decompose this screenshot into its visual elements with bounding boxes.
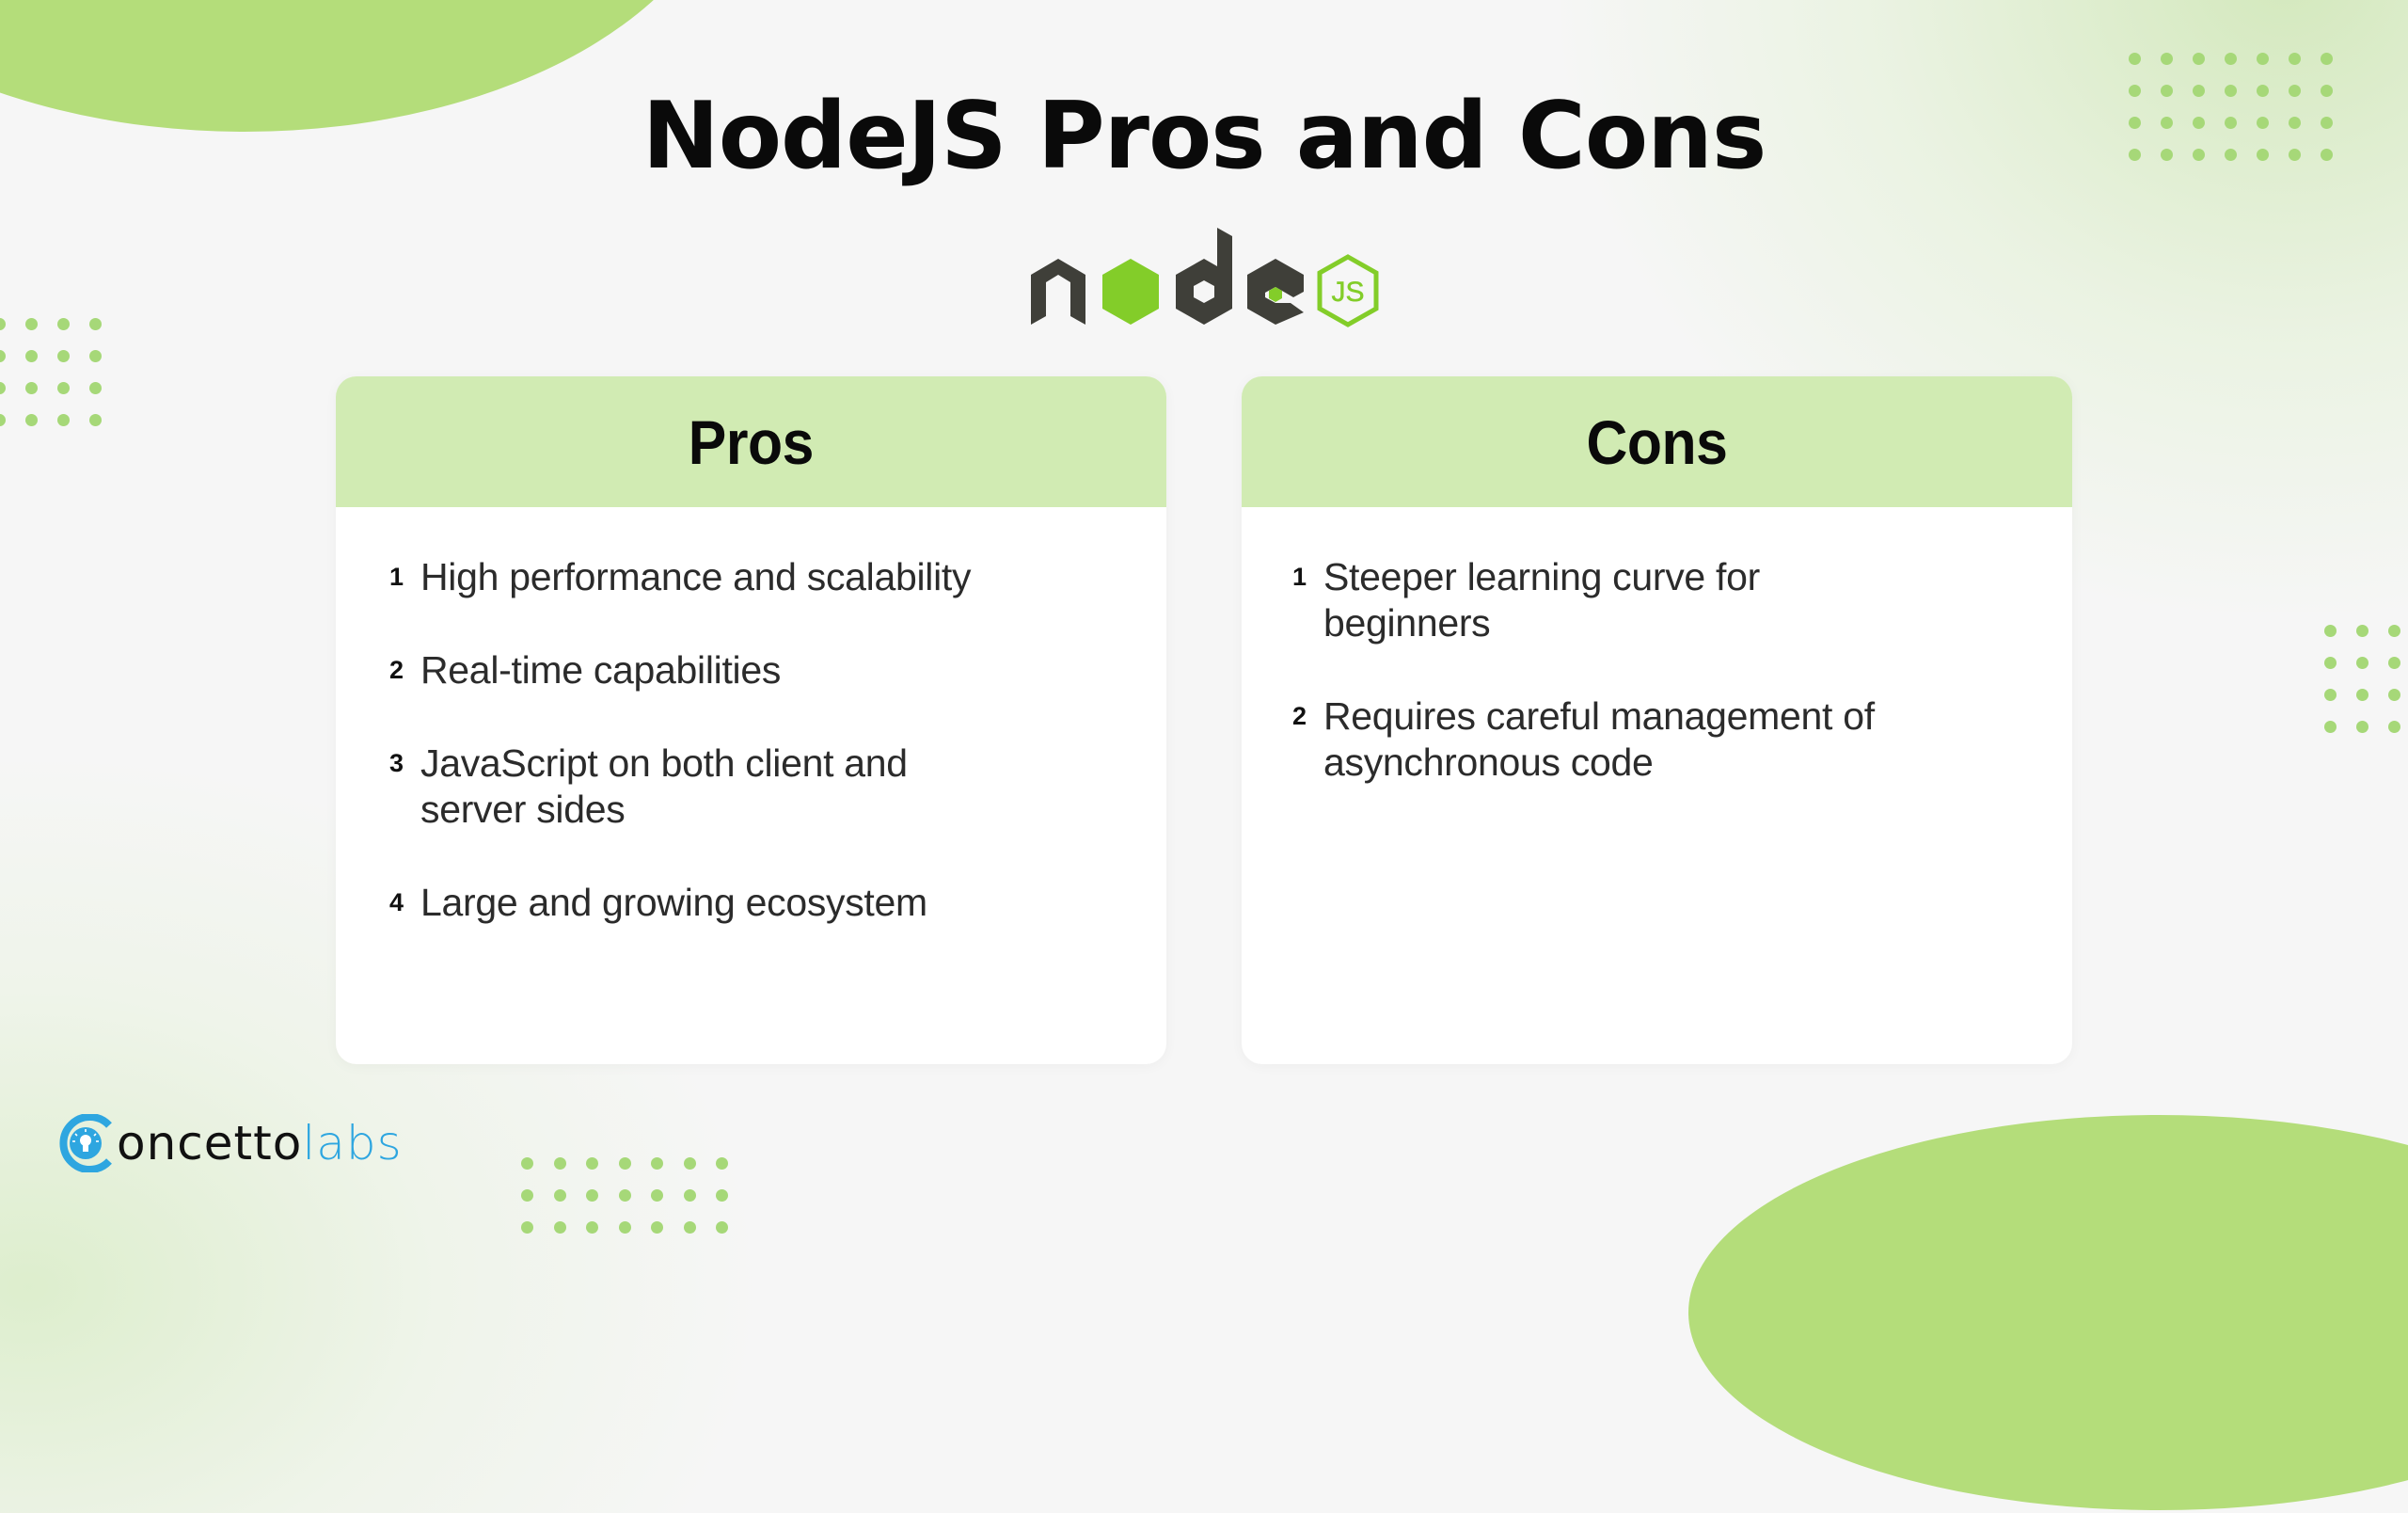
item-number: 1	[388, 563, 404, 591]
cons-card-header: Cons	[1242, 376, 2072, 507]
logo-letter-d	[1176, 228, 1232, 325]
pros-title: Pros	[688, 406, 815, 477]
list-item: 1 High performance and scalability	[336, 554, 1166, 600]
item-text: Real-time capabilities	[420, 648, 782, 692]
decorative-dot	[2388, 721, 2400, 733]
list-item: 4 Large and growing ecosystem	[336, 880, 1166, 926]
brand-name-dark: oncetto	[117, 1116, 303, 1171]
decorative-dot	[586, 1221, 598, 1234]
decorative-dot	[2193, 53, 2205, 65]
decorative-dot	[521, 1221, 533, 1234]
decorative-dot	[586, 1189, 598, 1202]
decorative-dot	[618, 1157, 631, 1170]
decorative-dot	[2161, 53, 2173, 65]
decorative-dot	[716, 1221, 728, 1234]
decorative-dot	[57, 318, 70, 330]
decorative-dot	[716, 1189, 728, 1202]
decorative-dot	[0, 382, 6, 394]
decorative-dot	[2324, 721, 2337, 733]
logo-letter-n	[1031, 259, 1085, 325]
decorative-dot	[683, 1221, 696, 1234]
dot-grid-bottom	[521, 1157, 749, 1234]
decorative-dot	[618, 1189, 631, 1202]
decorative-dot	[2324, 657, 2337, 669]
item-number: 2	[1291, 702, 1307, 730]
list-item: 1 Steeper learning curve for beginners	[1242, 554, 2072, 646]
cons-card: Cons 1 Steeper learning curve for beginne…	[1242, 376, 2072, 1064]
cons-list: 1 Steeper learning curve for beginners 2 Re…	[1242, 507, 2072, 786]
decorative-dot	[651, 1189, 663, 1202]
decorative-dot	[2225, 53, 2237, 65]
decorative-dot	[2356, 689, 2368, 701]
cons-title: Cons	[1586, 406, 1728, 477]
list-item: 2 Real-time capabilities	[336, 647, 1166, 693]
decorative-dot	[553, 1221, 566, 1234]
decorative-dot	[25, 350, 38, 362]
item-number: 2	[388, 656, 404, 684]
decorative-dot	[2356, 625, 2368, 637]
decorative-dot	[25, 382, 38, 394]
decorative-dot	[683, 1189, 696, 1202]
item-text: Large and growing ecosystem	[420, 881, 927, 924]
decorative-dot	[553, 1157, 566, 1170]
decorative-dot	[0, 350, 6, 362]
decorative-dot	[2356, 721, 2368, 733]
decorative-dot	[2289, 53, 2301, 65]
item-number: 1	[1291, 563, 1307, 591]
decorative-dot	[2388, 657, 2400, 669]
decorative-dot	[25, 414, 38, 426]
list-item: 3 JavaScript on both client and server si…	[336, 741, 1166, 833]
decorative-dot	[683, 1157, 696, 1170]
brand-name-light: labs	[302, 1116, 403, 1171]
decorative-dot	[57, 350, 70, 362]
decorative-dot	[553, 1189, 566, 1202]
decorative-dot	[89, 350, 102, 362]
dot-grid-right	[2324, 625, 2408, 733]
decorative-dot	[2321, 53, 2333, 65]
decorative-dot	[57, 414, 70, 426]
decorative-dot	[651, 1221, 663, 1234]
decorative-dot	[521, 1189, 533, 1202]
item-number: 4	[388, 888, 404, 916]
decorative-dot	[89, 318, 102, 330]
decorative-dot	[2388, 689, 2400, 701]
item-text: JavaScript on both client and server sid…	[420, 741, 908, 831]
decorative-dot	[25, 318, 38, 330]
logo-hex-o	[1102, 259, 1159, 325]
nodejs-logo: JS	[1031, 228, 1379, 327]
decorative-dot	[716, 1157, 728, 1170]
page-title: NodeJS Pros and Cons	[642, 83, 1767, 190]
decorative-dot	[2257, 53, 2269, 65]
decorative-dot	[2356, 657, 2368, 669]
decorative-dot	[0, 414, 6, 426]
dot-grid-left	[0, 318, 121, 426]
decorative-blob-bottom-right	[1688, 1115, 2408, 1510]
pros-card: Pros 1 High performance and scalability 2 R…	[336, 376, 1166, 1064]
list-item: 2 Requires careful management of asynchro…	[1242, 693, 2072, 786]
item-number: 3	[388, 749, 404, 777]
concettolabs-logo: oncetto labs	[56, 1110, 403, 1176]
decorative-dot	[57, 382, 70, 394]
decorative-dot	[89, 414, 102, 426]
decorative-dot	[2129, 53, 2141, 65]
decorative-dot	[2388, 625, 2400, 637]
decorative-dot	[521, 1157, 533, 1170]
item-text: High performance and scalability	[420, 555, 972, 598]
logo-js-text: JS	[1331, 277, 1364, 308]
decorative-dot	[618, 1221, 631, 1234]
decorative-dot	[586, 1157, 598, 1170]
decorative-dot	[2324, 689, 2337, 701]
lightbulb-c-icon	[59, 1114, 112, 1172]
decorative-dot	[89, 382, 102, 394]
pros-card-header: Pros	[336, 376, 1166, 507]
item-text: Steeper learning curve for beginners	[1323, 555, 1760, 645]
decorative-dot	[2324, 625, 2337, 637]
pros-list: 1 High performance and scalability 2 Real-t…	[336, 507, 1166, 926]
decorative-dot	[0, 318, 6, 330]
decorative-dot	[651, 1157, 663, 1170]
item-text: Requires careful management of asynchron…	[1323, 694, 1875, 784]
